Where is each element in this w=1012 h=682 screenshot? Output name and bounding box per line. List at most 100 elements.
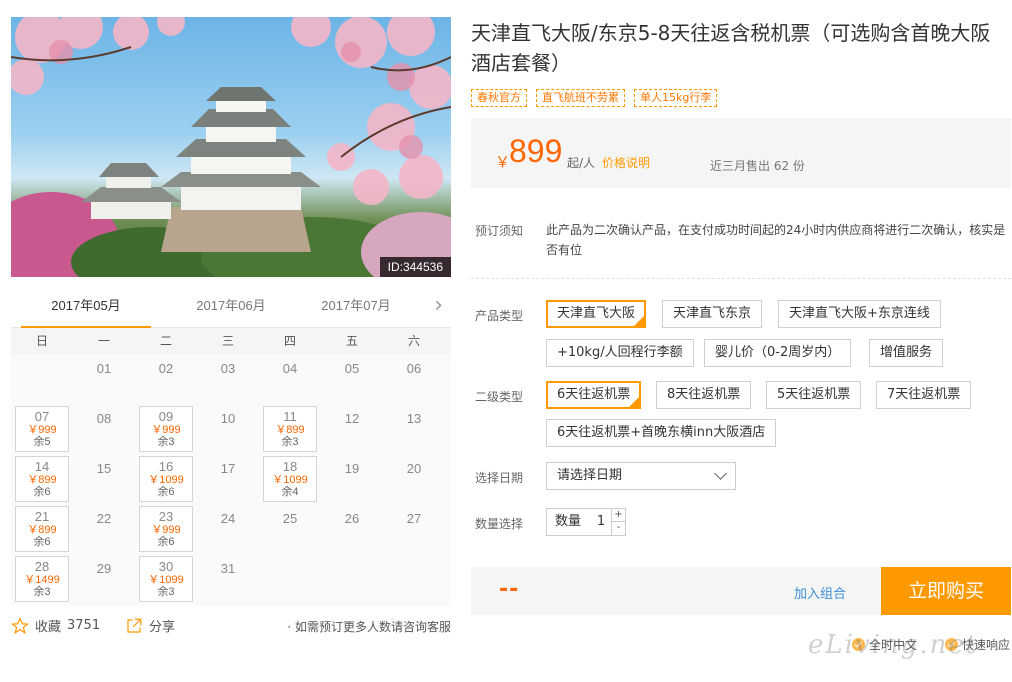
- subtype-option-7day[interactable]: 7天往返机票: [876, 381, 972, 409]
- day-number: 09: [158, 409, 174, 424]
- star-icon: [11, 616, 29, 634]
- chevron-right-icon[interactable]: ›: [434, 294, 443, 318]
- divider: [471, 278, 1011, 279]
- calendar-day-available[interactable]: 30 ￥1099 余3: [139, 556, 193, 602]
- calendar-day: 19: [321, 454, 383, 504]
- day-stock: 余3: [157, 436, 175, 448]
- purchase-bar: -- 加入组合 立即购买: [471, 567, 1011, 615]
- quantity-value[interactable]: 1: [593, 509, 609, 535]
- day-stock: 余6: [33, 536, 51, 548]
- day-number: 07: [34, 409, 50, 424]
- calendar-day: 27: [383, 504, 445, 554]
- quantity-increase-button[interactable]: +: [611, 509, 625, 522]
- date-select[interactable]: 请选择日期: [546, 462, 736, 490]
- price-info-link[interactable]: 价格说明: [602, 154, 650, 171]
- type-option-addon[interactable]: 增值服务: [869, 339, 944, 367]
- tab-month-2[interactable]: 2017年06月: [166, 296, 296, 328]
- calendar-day: 24: [197, 504, 259, 554]
- day-number: 04: [282, 361, 298, 376]
- calendar-day-available[interactable]: 11 ￥899 余3: [263, 406, 317, 452]
- product-title: 天津直飞大阪/东京5-8天往返含税机票（可选购含首晚大阪酒店套餐）: [471, 21, 991, 75]
- chevron-down-icon: [714, 467, 727, 480]
- quantity-inner-label: 数量: [555, 514, 582, 529]
- day-price: ￥1099: [148, 574, 184, 586]
- calendar-day: 17: [197, 454, 259, 504]
- product-type-label: 产品类型: [475, 309, 524, 323]
- day-number: 25: [282, 511, 298, 526]
- day-stock: 余3: [157, 586, 175, 598]
- calendar-day: 03: [197, 354, 259, 404]
- favorite-count: 3751: [67, 618, 101, 633]
- weekday-label: 三: [221, 334, 234, 348]
- calendar-day-available[interactable]: 09 ￥999 余3: [139, 406, 193, 452]
- day-stock: 余3: [33, 586, 51, 598]
- subtype-option-6day[interactable]: 6天往返机票: [546, 381, 642, 409]
- total-price: --: [499, 577, 520, 602]
- date-select-value: 请选择日期: [557, 468, 623, 483]
- calendar-day-available[interactable]: 28 ￥1499 余3: [15, 556, 69, 602]
- calendar-day-available[interactable]: 07 ￥999 余5: [15, 406, 69, 452]
- subtype-option-6day-hotel[interactable]: 6天往返机票+首晚东横inn大阪酒店: [546, 419, 777, 447]
- day-number: 29: [96, 561, 112, 576]
- day-price: ￥999: [27, 424, 57, 436]
- day-price: ￥1099: [272, 474, 308, 486]
- share-icon: [127, 618, 142, 633]
- day-number: 15: [96, 461, 112, 476]
- buy-now-button[interactable]: 立即购买: [881, 567, 1011, 615]
- tag-luggage: 单人15kg行李: [634, 89, 718, 107]
- subtype-option-8day[interactable]: 8天往返机票: [656, 381, 752, 409]
- calendar-grid: 01 02 03 04 05 06 07 ￥999 余5 08 09 ￥999 余3 10 11 ￥899 余3…: [11, 354, 451, 606]
- tab-month-1[interactable]: 2017年05月: [21, 296, 151, 328]
- favorite-button[interactable]: 收藏 3751: [11, 616, 100, 635]
- calendar-day-available[interactable]: 21 ￥899 余6: [15, 506, 69, 552]
- consult-note: · 如需预订更多人数请咨询客服: [287, 620, 451, 634]
- quantity-decrease-button[interactable]: -: [611, 522, 625, 535]
- calendar-day: 04: [259, 354, 321, 404]
- day-number: 06: [406, 361, 422, 376]
- day-stock: 余4: [281, 486, 299, 498]
- sales-count: 近三月售出 62 份: [710, 159, 805, 173]
- weekday-label: 日: [35, 334, 48, 348]
- type-option-tokyo[interactable]: 天津直飞东京: [662, 300, 763, 328]
- day-price: ￥999: [151, 424, 181, 436]
- day-number: 16: [158, 459, 174, 474]
- notice-text: 此产品为二次确认产品，在支付成功时间起的24小时内供应商将进行二次确认，核实是否…: [546, 223, 1006, 257]
- quantity-stepper: 数量 1 + -: [546, 508, 626, 536]
- day-price: ￥1099: [148, 474, 184, 486]
- tab-month-3[interactable]: 2017年07月: [291, 296, 421, 328]
- weekday-header: 日一二三四五六: [11, 328, 451, 354]
- type-option-osaka-tokyo[interactable]: 天津直飞大阪+东京连线: [778, 300, 941, 328]
- share-button[interactable]: 分享: [125, 616, 175, 635]
- day-number: 22: [96, 511, 112, 526]
- type-option-infant[interactable]: 婴儿价（0-2周岁内）: [704, 339, 852, 367]
- type-option-osaka[interactable]: 天津直飞大阪: [546, 300, 647, 328]
- day-number: 05: [344, 361, 360, 376]
- type-option-extra-luggage[interactable]: +10kg/人回程行李额: [546, 339, 694, 367]
- calendar-day-available[interactable]: 14 ￥899 余6: [15, 456, 69, 502]
- calendar-day: [11, 354, 73, 404]
- photo-id-label: ID:344536: [379, 257, 451, 277]
- calendar-day: 08: [73, 404, 135, 454]
- subtype-label: 二级类型: [475, 390, 524, 404]
- day-number: 18: [282, 459, 298, 474]
- day-number: 01: [96, 361, 112, 376]
- calendar-day: 31: [197, 554, 259, 604]
- day-stock: 余3: [281, 436, 299, 448]
- calendar-day-available[interactable]: 18 ￥1099 余4: [263, 456, 317, 502]
- weekday-label: 五: [345, 334, 358, 348]
- day-number: 30: [158, 559, 174, 574]
- tag-official: 春秋官方: [471, 89, 527, 107]
- calendar-day-available[interactable]: 23 ￥999 余6: [139, 506, 193, 552]
- calendar-day: 15: [73, 454, 135, 504]
- calendar-day-available[interactable]: 16 ￥1099 余6: [139, 456, 193, 502]
- weekday-label: 二: [159, 334, 172, 348]
- day-stock: 余6: [33, 486, 51, 498]
- day-number: 11: [283, 409, 297, 424]
- price-panel: ￥ 899 起/人 价格说明 近三月售出 62 份: [471, 118, 1011, 188]
- day-number: 08: [96, 411, 112, 426]
- add-combo-link[interactable]: 加入组合: [794, 583, 846, 602]
- calendar-day: 29: [73, 554, 135, 604]
- subtype-option-5day[interactable]: 5天往返机票: [766, 381, 862, 409]
- weekday-label: 一: [97, 334, 110, 348]
- day-number: 14: [34, 459, 50, 474]
